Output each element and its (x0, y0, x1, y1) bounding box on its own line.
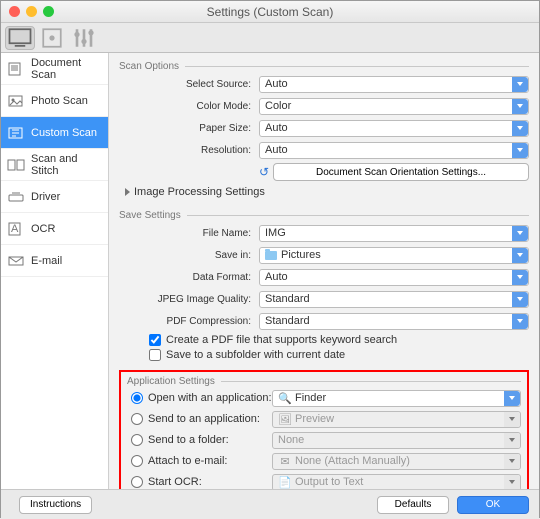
chevron-down-icon (504, 433, 520, 448)
data-format-dropdown[interactable]: Auto (259, 269, 529, 286)
attach-email-dropdown: ✉None (Attach Manually) (272, 453, 521, 470)
ok-button[interactable]: OK (457, 496, 529, 514)
chevron-down-icon (504, 454, 520, 469)
driver-icon (7, 190, 25, 204)
preview-icon: 🖼 (278, 413, 292, 425)
data-format-label: Data Format: (119, 272, 259, 283)
resolution-label: Resolution: (119, 145, 259, 156)
window-controls (9, 6, 54, 17)
paper-size-dropdown[interactable]: Auto (259, 120, 529, 137)
sidebar-item-scan-and-stitch[interactable]: Scan and Stitch (1, 149, 108, 181)
pdf-compression-dropdown[interactable]: Standard (259, 313, 529, 330)
custom-icon (7, 126, 25, 140)
chevron-down-icon (512, 226, 528, 241)
chevron-down-icon (512, 99, 528, 114)
image-processing-disclosure[interactable]: Image Processing Settings (125, 186, 529, 198)
jpeg-quality-dropdown[interactable]: Standard (259, 291, 529, 308)
toolbar-general-settings-icon[interactable] (69, 26, 99, 50)
footer: Instructions Defaults OK (1, 489, 539, 519)
finder-icon: 🔍 (278, 392, 292, 404)
start-ocr-dropdown: 📄Output to Text (272, 474, 521, 490)
resolution-dropdown[interactable]: Auto (259, 142, 529, 159)
sidebar-item-custom-scan[interactable]: Custom Scan (1, 117, 108, 149)
application-settings-highlight: Application Settings Open with an applic… (119, 370, 529, 489)
application-settings-legend: Application Settings (127, 376, 221, 387)
minimize-icon[interactable] (26, 6, 37, 17)
select-source-label: Select Source: (119, 79, 259, 90)
send-to-application-radio[interactable]: Send to an application: (127, 413, 272, 425)
chevron-down-icon (504, 475, 520, 490)
sidebar-item-label: E-mail (31, 255, 62, 267)
pdf-compression-label: PDF Compression: (119, 316, 259, 327)
instructions-button[interactable]: Instructions (19, 496, 92, 514)
sidebar: Document Scan Photo Scan Custom Scan Sca… (1, 53, 109, 489)
orientation-settings-button[interactable]: Document Scan Orientation Settings... (273, 163, 529, 181)
refresh-icon[interactable]: ↺ (259, 165, 269, 179)
sidebar-item-document-scan[interactable]: Document Scan (1, 53, 108, 85)
subfolder-date-checkbox[interactable]: Save to a subfolder with current date (149, 349, 529, 361)
application-settings-group: Application Settings Open with an applic… (127, 376, 521, 489)
chevron-down-icon (504, 412, 520, 427)
file-name-label: File Name: (119, 228, 259, 239)
sidebar-item-label: Scan and Stitch (31, 153, 108, 177)
defaults-button[interactable]: Defaults (377, 496, 449, 514)
save-in-dropdown[interactable]: Pictures (259, 247, 529, 264)
zoom-icon[interactable] (43, 6, 54, 17)
save-in-label: Save in: (119, 250, 259, 261)
chevron-down-icon (512, 77, 528, 92)
paper-size-label: Paper Size: (119, 123, 259, 134)
send-to-folder-dropdown: None (272, 432, 521, 449)
chevron-down-icon (512, 121, 528, 136)
open-with-dropdown[interactable]: 🔍Finder (272, 390, 521, 407)
save-settings-group: Save Settings File Name:IMG Save in:Pict… (119, 210, 529, 364)
start-ocr-radio[interactable]: Start OCR: (127, 476, 272, 488)
settings-pane: Scan Options Select Source:Auto Color Mo… (109, 53, 539, 489)
toolbar-scan-from-panel-icon[interactable] (37, 26, 67, 50)
folder-icon (265, 251, 277, 260)
keyword-search-checkbox[interactable]: Create a PDF file that supports keyword … (149, 334, 529, 346)
toolbar (1, 23, 539, 53)
file-name-combo[interactable]: IMG (259, 225, 529, 242)
send-to-application-dropdown: 🖼Preview (272, 411, 521, 428)
chevron-down-icon (504, 391, 520, 406)
attach-to-email-radio[interactable]: Attach to e-mail: (127, 455, 272, 467)
document-icon (7, 62, 25, 76)
email-icon (7, 254, 25, 268)
jpeg-quality-label: JPEG Image Quality: (119, 294, 259, 305)
sidebar-item-label: OCR (31, 223, 55, 235)
chevron-down-icon (512, 248, 528, 263)
ocr-icon: A (7, 222, 25, 236)
sidebar-item-label: Driver (31, 191, 60, 203)
scan-options-legend: Scan Options (119, 61, 185, 72)
sidebar-item-label: Photo Scan (31, 95, 88, 107)
stitch-icon (7, 158, 25, 172)
chevron-down-icon (512, 270, 528, 285)
chevron-down-icon (512, 314, 528, 329)
color-mode-dropdown[interactable]: Color (259, 98, 529, 115)
color-mode-label: Color Mode: (119, 101, 259, 112)
photo-icon (7, 94, 25, 108)
chevron-down-icon (512, 292, 528, 307)
window-title: Settings (Custom Scan) (207, 5, 334, 19)
sidebar-item-driver[interactable]: Driver (1, 181, 108, 213)
sidebar-item-photo-scan[interactable]: Photo Scan (1, 85, 108, 117)
sidebar-item-label: Custom Scan (31, 127, 97, 139)
toolbar-scan-from-computer-icon[interactable] (5, 26, 35, 50)
mail-icon: ✉ (278, 455, 292, 467)
send-to-folder-radio[interactable]: Send to a folder: (127, 434, 272, 446)
save-settings-legend: Save Settings (119, 210, 187, 221)
close-icon[interactable] (9, 6, 20, 17)
open-with-application-radio[interactable]: Open with an application: (127, 392, 272, 404)
svg-text:A: A (11, 223, 19, 235)
sidebar-item-ocr[interactable]: A OCR (1, 213, 108, 245)
sidebar-item-label: Document Scan (31, 57, 108, 81)
disclosure-triangle-icon (125, 188, 130, 196)
select-source-dropdown[interactable]: Auto (259, 76, 529, 93)
scan-options-group: Scan Options Select Source:Auto Color Mo… (119, 61, 529, 204)
sidebar-item-email[interactable]: E-mail (1, 245, 108, 277)
text-icon: 📄 (278, 476, 292, 488)
window-titlebar: Settings (Custom Scan) (1, 1, 539, 23)
chevron-down-icon (512, 143, 528, 158)
